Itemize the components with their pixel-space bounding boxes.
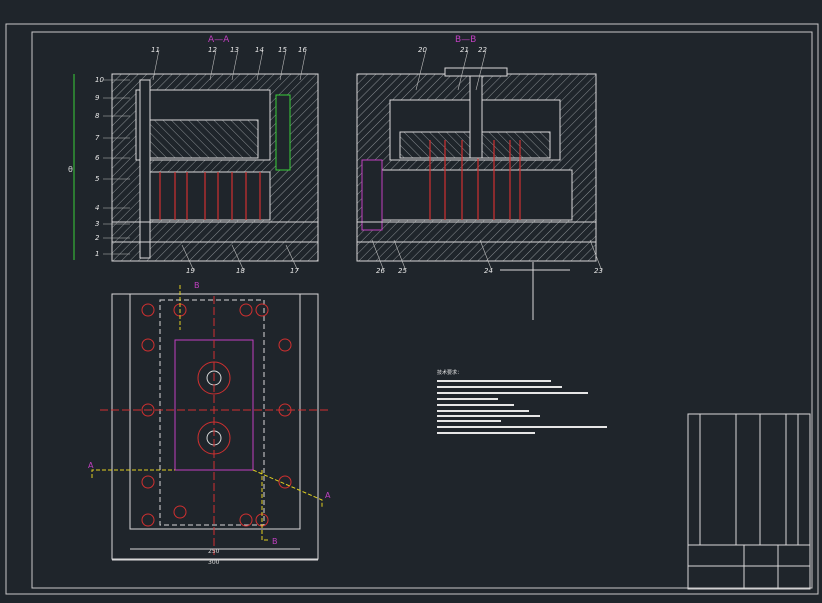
technical-notes[interactable]: 技术要求： bbox=[437, 369, 607, 434]
part-callout: 4 bbox=[95, 204, 99, 212]
section-bb-title: B—B bbox=[455, 35, 476, 45]
plan-support-plate bbox=[159, 299, 265, 526]
part-callout: 3 bbox=[95, 220, 99, 228]
plan-dim-outer: 300 bbox=[208, 559, 220, 566]
part-callout: 26 bbox=[376, 267, 385, 275]
title-block[interactable] bbox=[687, 413, 811, 590]
bb-ejector-space bbox=[371, 169, 573, 221]
plan-label-a-left: A bbox=[88, 461, 94, 470]
aa-height-dim: θ bbox=[68, 165, 73, 174]
plan-outer-plate bbox=[111, 293, 319, 560]
section-aa-view[interactable]: θ A—A bbox=[68, 35, 319, 262]
part-callout: 1 bbox=[95, 250, 99, 258]
part-callout: 2 bbox=[95, 234, 100, 242]
plan-clamp-plate bbox=[129, 293, 301, 530]
plan-label-b-bottom: B bbox=[272, 537, 278, 546]
part-callout: 18 bbox=[236, 267, 245, 275]
bb-sprue-bushing bbox=[469, 67, 483, 159]
part-callout: 9 bbox=[95, 94, 100, 102]
aa-guide-pillar bbox=[139, 79, 151, 259]
plan-section-line-a-right bbox=[252, 469, 323, 508]
notes-lines bbox=[437, 380, 607, 434]
part-callout: 8 bbox=[95, 112, 100, 120]
plan-guide-holes bbox=[141, 303, 292, 527]
part-callout: 20 bbox=[418, 46, 427, 54]
bb-guide-pillar bbox=[361, 159, 383, 231]
part-callout: 17 bbox=[290, 267, 299, 275]
aa-core-insert bbox=[149, 119, 259, 159]
cad-drawing-canvas[interactable]: θ A—A B—B A A B B 250 300 技术要求： 10 9 8 7… bbox=[0, 0, 822, 599]
aa-return-pin bbox=[275, 94, 291, 171]
aa-ejector-space bbox=[149, 171, 271, 221]
plan-view[interactable]: A A B B 250 300 bbox=[88, 281, 331, 566]
section-aa-title: A—A bbox=[208, 35, 230, 45]
part-callout: 12 bbox=[208, 46, 217, 54]
part-callout: 7 bbox=[95, 134, 100, 142]
plan-label-b-top: B bbox=[194, 281, 200, 290]
part-callout: 19 bbox=[186, 267, 195, 275]
part-callout: 16 bbox=[298, 46, 307, 54]
notes-title: 技术要求： bbox=[437, 369, 462, 376]
plan-cavity-2 bbox=[197, 421, 231, 455]
part-callout: 23 bbox=[594, 267, 603, 275]
title-block-frame bbox=[687, 413, 811, 590]
plan-section-line-a-left bbox=[91, 469, 175, 478]
part-callout: 22 bbox=[478, 46, 487, 54]
plan-dim-inner: 250 bbox=[208, 548, 220, 555]
part-callout: 5 bbox=[95, 175, 100, 183]
bb-locating-ring bbox=[444, 67, 508, 77]
part-callout: 25 bbox=[398, 267, 407, 275]
part-callout: 24 bbox=[484, 267, 493, 275]
plan-label-a-right: A bbox=[325, 491, 331, 500]
section-bb-view[interactable]: B—B bbox=[356, 35, 597, 320]
part-callout: 15 bbox=[278, 46, 287, 54]
part-callout: 6 bbox=[95, 154, 100, 162]
